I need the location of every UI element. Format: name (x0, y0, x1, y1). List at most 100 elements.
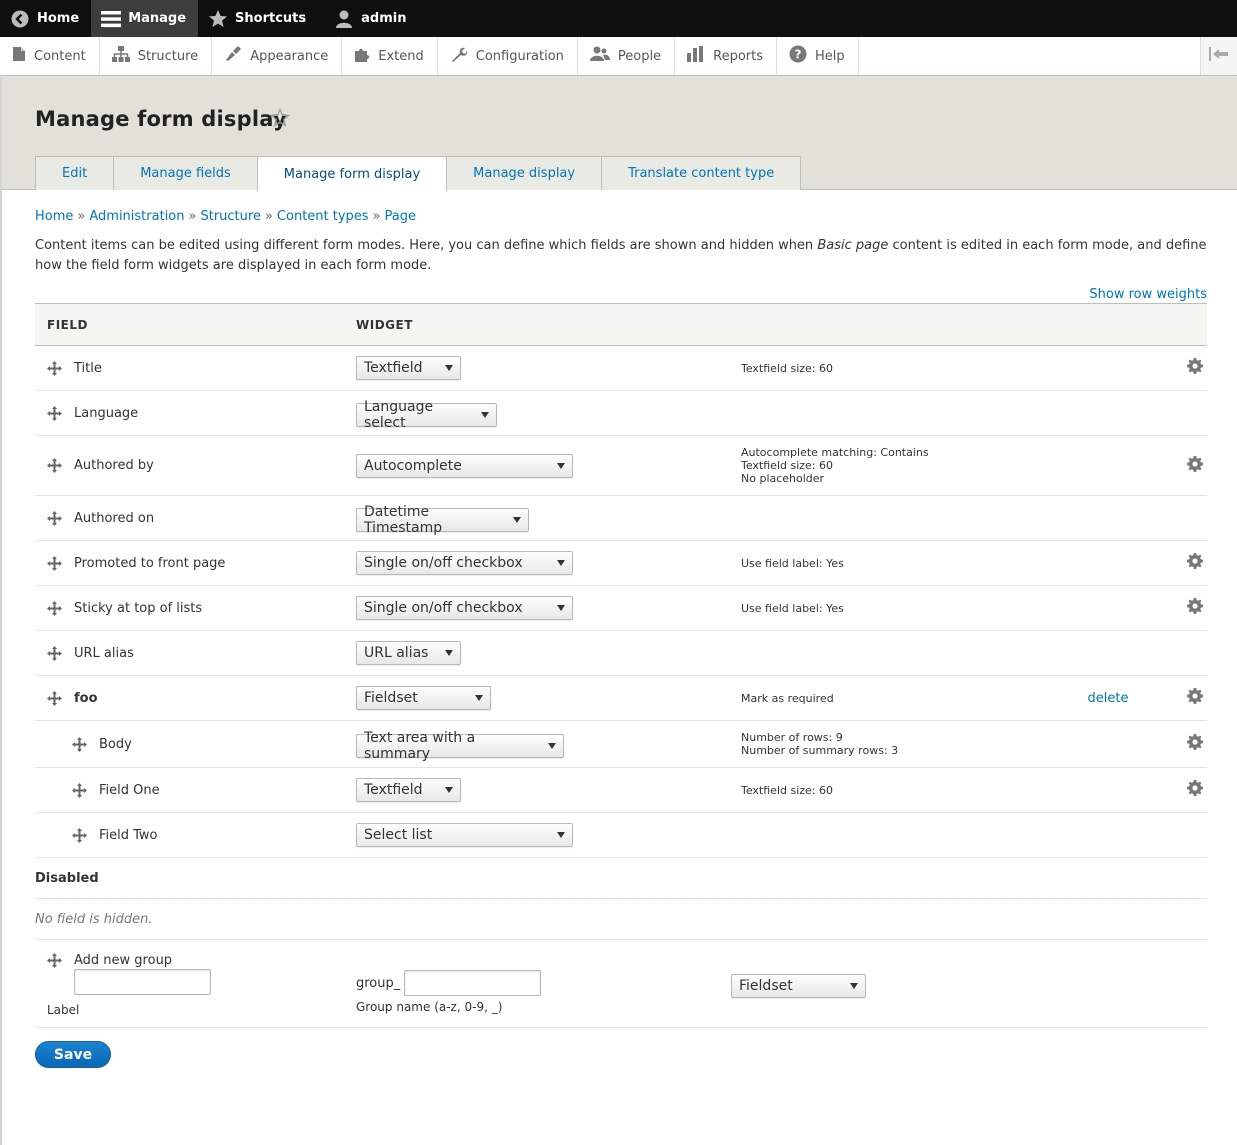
widget-cell: Datetime Timestamp (344, 495, 731, 541)
drag-handle-icon[interactable] (47, 690, 62, 706)
add-group-label-cell: Add new group Label (35, 939, 344, 1028)
widget-select[interactable]: Fieldset (356, 686, 491, 710)
settings-summary: Mark as required (741, 692, 1051, 705)
breadcrumb-administration[interactable]: Administration (89, 209, 184, 224)
widget-select[interactable]: Text area with a summary (356, 730, 564, 762)
gear-icon[interactable] (1187, 734, 1203, 750)
breadcrumb-home[interactable]: Home (35, 209, 73, 224)
chevron-down-icon (850, 982, 858, 989)
table-row: Authored by Autocomplete Autocomplete matc… (35, 435, 1207, 496)
drag-handle-icon[interactable] (47, 458, 62, 473)
widget-select[interactable]: Textfield (356, 778, 461, 802)
disabled-region-title: Disabled (35, 857, 1207, 899)
drag-handle-icon[interactable] (72, 827, 87, 843)
gear-icon[interactable] (1187, 553, 1203, 569)
widget-select[interactable]: Single on/off checkbox (356, 596, 573, 620)
settings-summary: Use field label: Yes (741, 602, 1051, 615)
save-button[interactable]: Save (35, 1041, 111, 1068)
widget-cell: Single on/off checkbox (344, 585, 731, 631)
table-row: Title Textfield Textfield size: 60 (35, 345, 1207, 391)
tray-item-content[interactable]: Content (0, 37, 100, 75)
widget-select[interactable]: Textfield (356, 356, 461, 380)
chevron-down-icon (557, 832, 565, 838)
table-row: URL alias URL alias (35, 630, 1207, 676)
page-title: Manage form display (35, 107, 287, 131)
widget-select-value: URL alias (364, 645, 429, 661)
tray-item-reports[interactable]: Reports (675, 37, 777, 75)
breadcrumb-page[interactable]: Page (385, 209, 416, 224)
settings-cell (1161, 720, 1207, 768)
chevron-down-icon (475, 695, 483, 701)
drag-handle-icon[interactable] (47, 600, 62, 616)
widget-select[interactable]: Language select (356, 399, 497, 431)
drag-handle-icon[interactable] (47, 360, 62, 376)
widget-select[interactable]: URL alias (356, 641, 461, 665)
group-name-input[interactable] (404, 970, 542, 996)
settings-summary-cell (731, 812, 1051, 858)
drag-handle-icon[interactable] (47, 510, 62, 526)
gear-icon[interactable] (1187, 358, 1203, 374)
tray-item-appearance[interactable]: Appearance (212, 37, 343, 75)
toolbar-manage[interactable]: Manage (91, 0, 199, 37)
add-group-empty-cell (1161, 939, 1207, 1028)
settings-summary-cell (731, 390, 1051, 436)
tray-item-extend[interactable]: Extend (342, 37, 438, 75)
settings-cell (1161, 345, 1207, 391)
delete-cell (1051, 812, 1161, 858)
toolbar-shortcuts-label: Shortcuts (235, 11, 307, 26)
tab-manage-form-display[interactable]: Manage form display (256, 156, 448, 191)
tray-item-structure[interactable]: Structure (100, 37, 213, 75)
toolbar-home-label: Home (37, 11, 80, 26)
widget-select[interactable]: Single on/off checkbox (356, 551, 573, 575)
admin-toolbar: Home Manage Shortcuts admin (0, 0, 1237, 37)
gear-icon[interactable] (1187, 688, 1203, 704)
field-name: URL alias (74, 645, 134, 661)
toolbar-shortcuts[interactable]: Shortcuts (198, 0, 318, 37)
group-name-prefix: group_ (356, 975, 401, 991)
drag-handle-icon[interactable] (72, 736, 87, 752)
drag-handle-icon[interactable] (47, 405, 62, 421)
chevron-down-icon (445, 365, 453, 371)
drag-handle-icon[interactable] (47, 645, 62, 661)
tab-manage-display[interactable]: Manage display (446, 156, 603, 190)
left-edge-shadow (0, 77, 2, 1145)
wrench-icon (450, 45, 468, 67)
field-name: foo (74, 690, 98, 706)
gear-icon[interactable] (1187, 780, 1203, 796)
add-shortcut-star-icon[interactable] (269, 107, 292, 130)
widget-select[interactable]: Select list (356, 823, 573, 847)
widget-select[interactable]: Autocomplete (356, 453, 573, 478)
settings-cell (1161, 390, 1207, 436)
widget-select-value: Fieldset (364, 690, 418, 706)
drag-handle-icon[interactable] (72, 782, 87, 798)
table-row: Language Language select (35, 390, 1207, 436)
gear-icon[interactable] (1187, 455, 1203, 472)
tray-item-configuration[interactable]: Configuration (438, 37, 578, 75)
tray-orientation-toggle[interactable] (1200, 37, 1237, 75)
tab-translate-content-type[interactable]: Translate content type (601, 156, 802, 190)
breadcrumb: Home» Administration» Structure» Content ty… (35, 209, 417, 224)
widget-select[interactable]: Datetime Timestamp (356, 504, 529, 536)
group-label-input[interactable] (74, 969, 211, 995)
field-name: Title (74, 360, 102, 376)
drag-handle-icon[interactable] (47, 555, 62, 571)
tray-item-help[interactable]: ? Help (777, 37, 859, 75)
toolbar-user[interactable]: admin (318, 0, 418, 37)
field-name-cell: Language (35, 390, 344, 436)
bar-chart-icon (687, 46, 705, 66)
tab-manage-fields[interactable]: Manage fields (113, 156, 258, 190)
toolbar-home[interactable]: Home (0, 0, 91, 37)
show-row-weights-link[interactable]: Show row weights (1089, 287, 1207, 302)
tab-edit[interactable]: Edit (35, 156, 115, 190)
gear-icon[interactable] (1187, 598, 1203, 614)
group-type-select[interactable]: Fieldset (731, 973, 866, 998)
widget-select-value: Textfield (364, 360, 423, 376)
delete-group-link[interactable]: delete (1088, 691, 1129, 706)
tray-item-people[interactable]: People (578, 37, 676, 75)
breadcrumb-structure[interactable]: Structure (200, 209, 260, 224)
toolbar-manage-label: Manage (128, 11, 187, 26)
chevron-down-icon (445, 787, 453, 793)
settings-summary: Use field label: Yes (741, 557, 1051, 570)
drag-handle-icon[interactable] (47, 953, 62, 968)
breadcrumb-content-types[interactable]: Content types (277, 209, 369, 224)
